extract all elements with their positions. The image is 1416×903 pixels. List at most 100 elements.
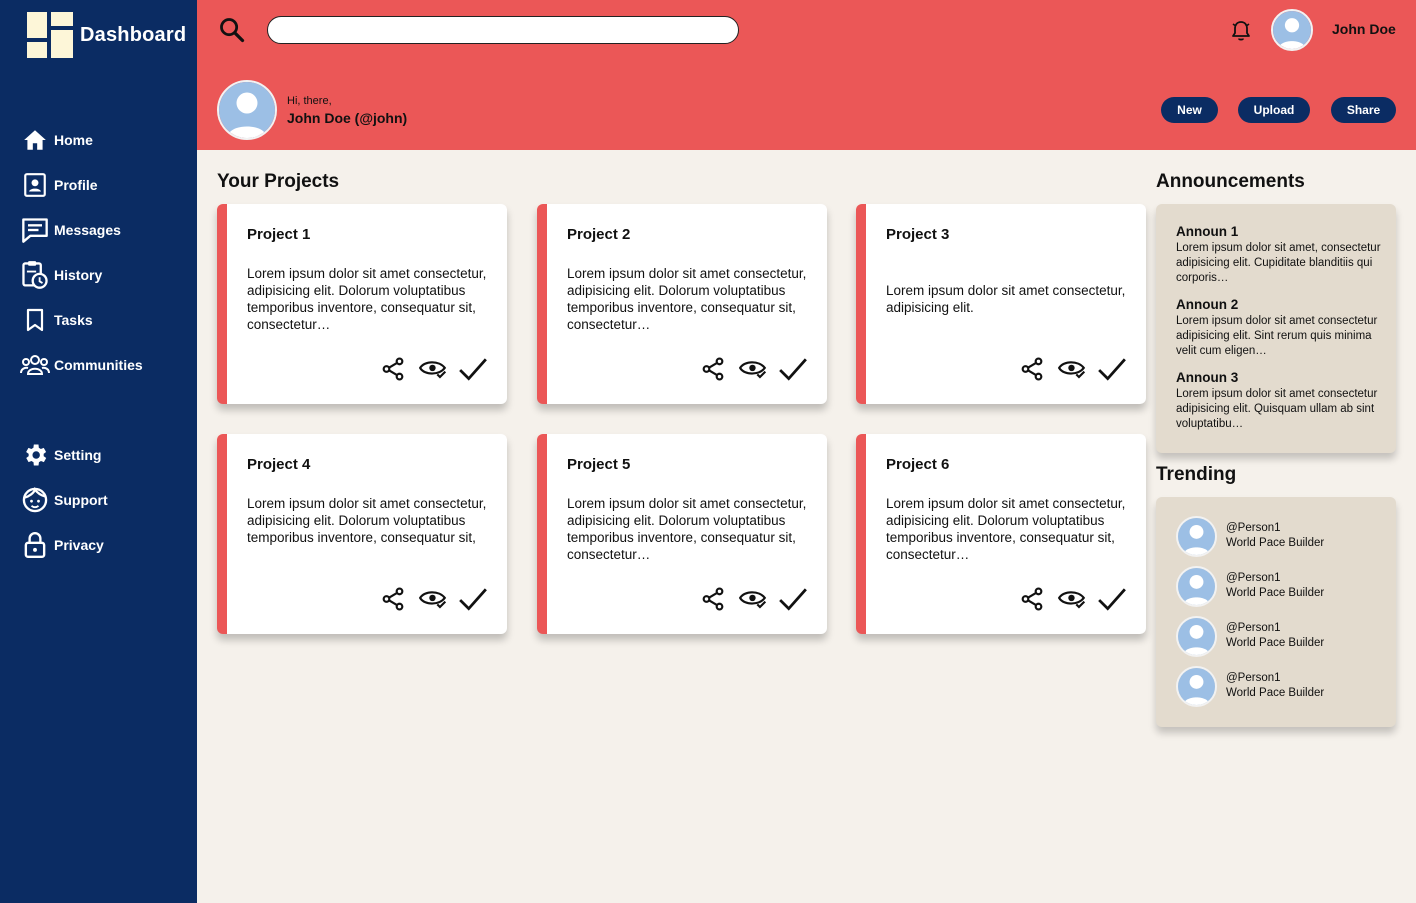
bell-icon[interactable] <box>1229 19 1253 43</box>
new-button[interactable]: New <box>1161 97 1218 123</box>
announcement-item[interactable]: Announ 3 Lorem ipsum dolor sit amet cons… <box>1176 370 1381 432</box>
check-icon[interactable] <box>1096 584 1128 614</box>
view-icon[interactable] <box>1056 354 1088 384</box>
sidebar-item-communities[interactable]: Communities <box>20 342 195 387</box>
announcement-text: Lorem ipsum dolor sit amet, consectetur … <box>1176 242 1381 284</box>
project-title: Project 4 <box>247 456 311 473</box>
trending-item[interactable]: @Person1 World Pace Builder <box>1176 616 1386 658</box>
brand[interactable]: Dashboard <box>27 12 186 58</box>
avatar <box>1176 516 1217 557</box>
trending-handle: @Person1 <box>1226 622 1281 634</box>
trending-item[interactable]: @Person1 World Pace Builder <box>1176 566 1386 608</box>
sidebar-item-support[interactable]: Support <box>20 477 195 522</box>
lock-icon <box>20 530 50 560</box>
project-description: Lorem ipsum dolor sit amet consectetur, … <box>567 266 807 332</box>
announcements-title: Announcements <box>1156 171 1305 192</box>
trending-handle: @Person1 <box>1226 572 1281 584</box>
sidebar-nav: Home Profile Messages History Tasks Comm… <box>20 117 195 387</box>
project-card[interactable]: Project 2 Lorem ipsum dolor sit amet cons… <box>537 204 827 404</box>
project-title: Project 5 <box>567 456 631 473</box>
project-actions <box>369 354 489 384</box>
announcement-text: Lorem ipsum dolor sit amet consectetur a… <box>1176 315 1378 357</box>
trending-panel: @Person1 World Pace Builder @Person1 Wor… <box>1156 497 1396 727</box>
project-card[interactable]: Project 3 Lorem ipsum dolor sit amet cons… <box>856 204 1146 404</box>
check-icon[interactable] <box>777 584 809 614</box>
view-icon[interactable] <box>737 354 769 384</box>
dashboard-logo-icon <box>27 12 73 58</box>
check-icon[interactable] <box>457 584 489 614</box>
share-icon[interactable] <box>377 584 409 614</box>
user-name[interactable]: John Doe <box>1332 21 1396 37</box>
view-icon[interactable] <box>1056 584 1088 614</box>
project-actions <box>369 584 489 614</box>
sidebar-item-messages[interactable]: Messages <box>20 207 195 252</box>
check-icon[interactable] <box>777 354 809 384</box>
home-icon <box>20 125 50 155</box>
sidebar-item-home[interactable]: Home <box>20 117 195 162</box>
project-description: Lorem ipsum dolor sit amet consectetur, … <box>567 496 807 562</box>
share-icon[interactable] <box>1016 354 1048 384</box>
project-card[interactable]: Project 6 Lorem ipsum dolor sit amet cons… <box>856 434 1146 634</box>
trending-role: World Pace Builder <box>1226 637 1325 649</box>
trending-role: World Pace Builder <box>1226 537 1325 549</box>
project-description: Lorem ipsum dolor sit amet consectetur, … <box>886 283 1126 315</box>
header: John Doe Hi, there, John Doe (@john) New… <box>197 0 1416 150</box>
project-description: Lorem ipsum dolor sit amet consectetur, … <box>886 496 1126 562</box>
trending-title: Trending <box>1156 464 1237 485</box>
search-input[interactable] <box>267 16 739 44</box>
check-icon[interactable] <box>457 354 489 384</box>
trending-item[interactable]: @Person1 World Pace Builder <box>1176 666 1386 708</box>
view-icon[interactable] <box>417 584 449 614</box>
project-description: Lorem ipsum dolor sit amet consectetur, … <box>247 496 487 545</box>
sidebar-item-label: History <box>54 266 103 283</box>
sidebar-item-label: Home <box>54 131 93 148</box>
sidebar-item-label: Profile <box>54 176 98 193</box>
announcement-item[interactable]: Announ 2 Lorem ipsum dolor sit amet cons… <box>1176 297 1381 359</box>
greeting-name: John Doe (@john) <box>287 110 408 126</box>
sidebar-item-profile[interactable]: Profile <box>20 162 195 207</box>
announcement-item[interactable]: Announ 1 Lorem ipsum dolor sit amet, con… <box>1176 224 1381 286</box>
sidebar-item-label: Messages <box>54 221 121 238</box>
project-title: Project 3 <box>886 226 950 243</box>
view-icon[interactable] <box>737 584 769 614</box>
share-icon[interactable] <box>377 354 409 384</box>
sidebar-item-setting[interactable]: Setting <box>20 432 195 477</box>
check-icon[interactable] <box>1096 354 1128 384</box>
communities-icon <box>20 350 50 380</box>
greeting: Hi, there, <box>287 95 332 107</box>
avatar[interactable] <box>1271 9 1313 51</box>
view-icon[interactable] <box>417 354 449 384</box>
share-icon[interactable] <box>697 584 729 614</box>
sidebar-item-privacy[interactable]: Privacy <box>20 522 195 567</box>
announcement-title: Announ 1 <box>1176 224 1239 239</box>
sidebar-item-tasks[interactable]: Tasks <box>20 297 195 342</box>
sidebar-item-label: Support <box>54 491 108 508</box>
share-button[interactable]: Share <box>1331 97 1396 123</box>
share-icon[interactable] <box>697 354 729 384</box>
profile-avatar[interactable] <box>217 80 277 140</box>
profile-icon <box>20 170 50 200</box>
trending-item[interactable]: @Person1 World Pace Builder <box>1176 516 1386 558</box>
upload-button[interactable]: Upload <box>1238 97 1310 123</box>
share-icon[interactable] <box>1016 584 1048 614</box>
sidebar-item-history[interactable]: History <box>20 252 195 297</box>
trending-handle: @Person1 <box>1226 522 1281 534</box>
project-card[interactable]: Project 4 Lorem ipsum dolor sit amet cons… <box>217 434 507 634</box>
trending-handle: @Person1 <box>1226 672 1281 684</box>
avatar <box>1176 666 1217 707</box>
project-card[interactable]: Project 1 Lorem ipsum dolor sit amet cons… <box>217 204 507 404</box>
announcement-text: Lorem ipsum dolor sit amet consectetur a… <box>1176 388 1378 430</box>
tasks-icon <box>20 305 50 335</box>
avatar <box>1176 566 1217 607</box>
project-card[interactable]: Project 5 Lorem ipsum dolor sit amet cons… <box>537 434 827 634</box>
project-title: Project 2 <box>567 226 631 243</box>
sidebar-item-label: Tasks <box>54 311 93 328</box>
project-description: Lorem ipsum dolor sit amet consectetur, … <box>247 266 487 332</box>
brand-name: Dashboard <box>80 23 187 46</box>
trending-role: World Pace Builder <box>1226 687 1325 699</box>
projects-title: Your Projects <box>217 171 340 192</box>
sidebar-secondary-nav: Setting Support Privacy <box>20 432 195 567</box>
search-icon[interactable] <box>218 16 246 44</box>
sidebar-item-label: Privacy <box>54 536 104 553</box>
announcement-title: Announ 2 <box>1176 297 1239 312</box>
